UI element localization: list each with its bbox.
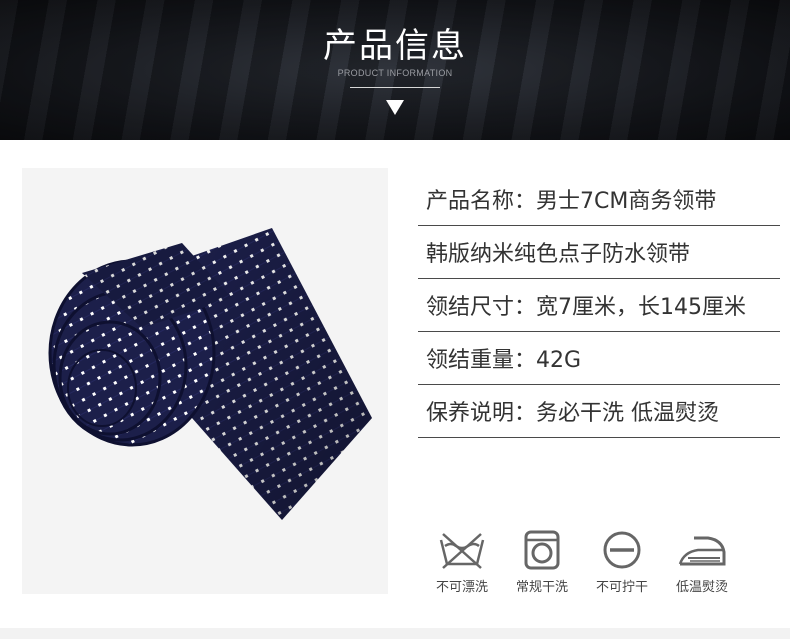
no-wring-icon xyxy=(603,531,641,569)
care-item-low-iron: 低温熨烫 xyxy=(662,530,742,595)
product-photo xyxy=(22,168,388,594)
care-label-no-wash: 不可漂洗 xyxy=(435,580,488,595)
care-label-low-iron: 低温熨烫 xyxy=(675,580,728,595)
care-label-no-wring: 不可拧干 xyxy=(595,580,648,595)
header-banner: 产品信息 PRODUCT INFORMATION xyxy=(0,0,790,140)
footer-strip xyxy=(0,628,790,639)
no-wash-icon xyxy=(439,533,485,569)
info-row-care: 保养说明：务必干洗 低温熨烫 xyxy=(418,385,780,438)
down-arrow-icon xyxy=(386,100,404,115)
info-row-size: 领结尺寸：宽7厘米，长145厘米 xyxy=(418,279,780,332)
info-row-description: 韩版纳米纯色点子防水领带 xyxy=(418,226,780,279)
page-title: 产品信息 xyxy=(323,26,467,66)
product-info-list: 产品名称：男士7CM商务领带 韩版纳米纯色点子防水领带 领结尺寸：宽7厘米，长1… xyxy=(418,173,780,438)
low-iron-icon xyxy=(678,536,726,566)
care-item-no-wring: 不可拧干 xyxy=(582,530,662,595)
title-divider xyxy=(350,87,440,88)
tie-illustration xyxy=(48,228,372,520)
care-item-dry-clean: 常规干洗 xyxy=(502,530,582,595)
info-row-weight: 领结重量：42G xyxy=(418,332,780,385)
dry-clean-icon xyxy=(524,530,560,570)
info-row-product-name: 产品名称：男士7CM商务领带 xyxy=(418,173,780,226)
care-label-dry-clean: 常规干洗 xyxy=(515,580,568,595)
page-subtitle: PRODUCT INFORMATION xyxy=(337,68,453,78)
care-item-no-wash: 不可漂洗 xyxy=(422,530,502,595)
